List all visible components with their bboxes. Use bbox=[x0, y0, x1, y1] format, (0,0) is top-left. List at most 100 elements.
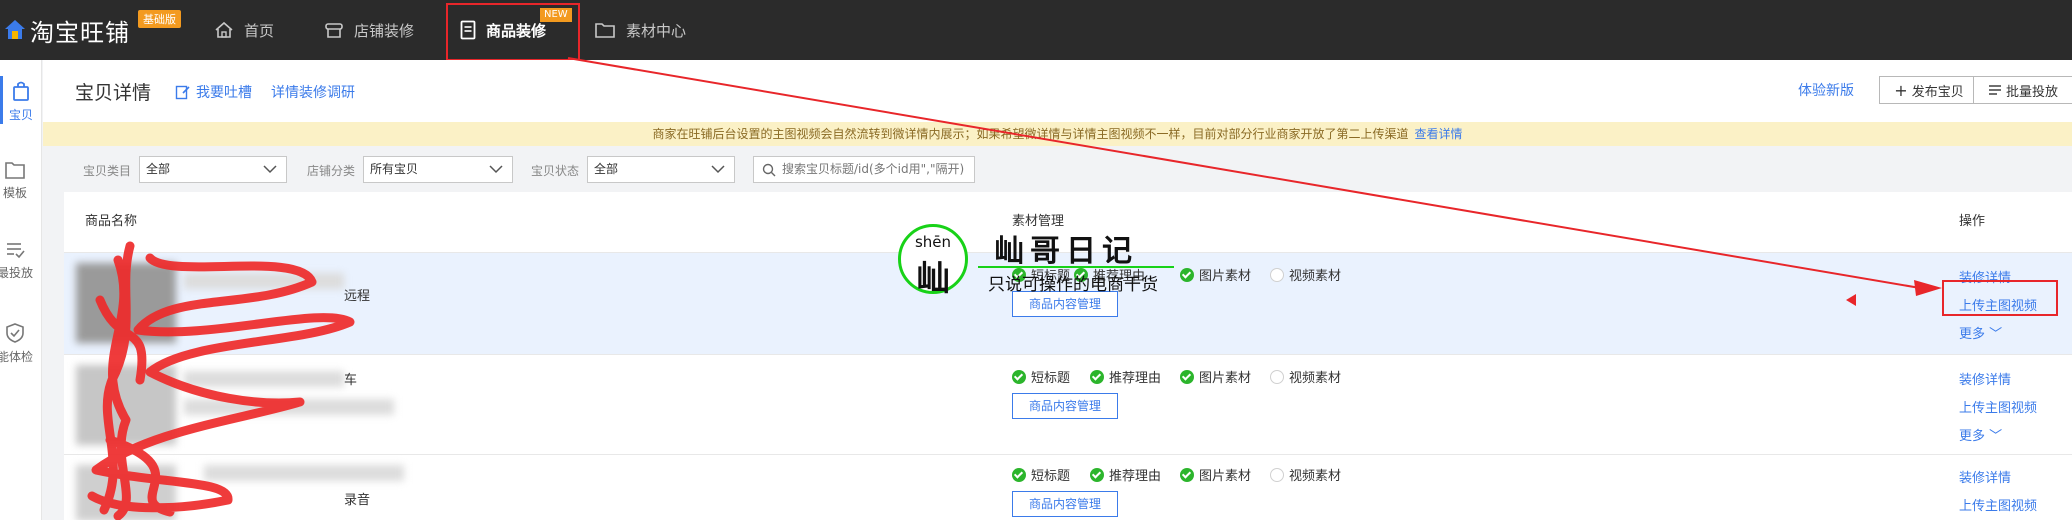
sidebar-item-health-check-label: 能体检 bbox=[0, 350, 33, 364]
tag-videos: 视频素材 bbox=[1270, 465, 1341, 484]
category-select-value: 全部 bbox=[146, 162, 171, 176]
left-sidebar: 宝贝 模板 最投放 能体检 bbox=[0, 60, 42, 520]
nav-material-center[interactable]: 素材中心 bbox=[594, 0, 686, 60]
filter-bar: 宝贝类目 全部 店铺分类 所有宝贝 宝贝状态 全部 搜索宝贝标题/id(多个id… bbox=[43, 146, 2072, 192]
tag-short-title: 短标题 bbox=[1012, 465, 1070, 484]
check-icon bbox=[1090, 369, 1104, 384]
sidebar-item-delivery[interactable]: 最投放 bbox=[0, 240, 36, 281]
empty-circle-icon bbox=[1270, 369, 1284, 384]
page-header: 宝贝详情 我要吐槽 详情装修调研 体验新版 + 发布宝贝 批量投放 bbox=[43, 60, 2072, 122]
more-link[interactable]: 更多 ﹀ bbox=[1959, 323, 2002, 342]
tag-reason: 推荐理由 bbox=[1090, 465, 1161, 484]
plus-icon: + bbox=[1894, 80, 1908, 100]
column-header-name: 商品名称 bbox=[85, 214, 138, 229]
app-root: 淘宝旺铺 基础版 首页 店铺装修 商品装修 NEW 素材中心 宝贝 模板 最投放… bbox=[0, 0, 2072, 520]
tag-reason: 推荐理由 bbox=[1090, 367, 1161, 386]
product-name-tail: 车 bbox=[344, 373, 358, 388]
publish-product-label: 发布宝贝 bbox=[1911, 84, 1964, 100]
tag-videos: 视频素材 bbox=[1270, 265, 1341, 284]
empty-circle-icon bbox=[1270, 267, 1284, 282]
edition-badge: 基础版 bbox=[138, 10, 181, 28]
check-icon bbox=[1180, 267, 1194, 282]
tag-short-title: 短标题 bbox=[1012, 367, 1070, 386]
logo-house-icon bbox=[5, 20, 25, 39]
check-icon bbox=[1090, 467, 1104, 482]
folder-icon bbox=[5, 162, 25, 179]
product-thumbnail bbox=[76, 263, 176, 343]
chevron-down-icon bbox=[263, 165, 277, 174]
notice-bar: 商家在旺铺后台设置的主图视频会自然流转到微详情内展示；如果希望微详情与详情主图视… bbox=[43, 122, 2072, 146]
feedback-link[interactable]: 我要吐槽 bbox=[175, 82, 252, 102]
chevron-down-icon: ﹀ bbox=[1989, 429, 2003, 444]
edit-detail-link[interactable]: 装修详情 bbox=[1959, 467, 2011, 486]
sidebar-item-health-check[interactable]: 能体检 bbox=[0, 322, 36, 365]
logo[interactable]: 淘宝旺铺 bbox=[4, 14, 130, 47]
edit-detail-link[interactable]: 装修详情 bbox=[1959, 369, 2011, 388]
watermark-char: 屾 bbox=[916, 259, 950, 299]
status-filter-label: 宝贝状态 bbox=[531, 164, 580, 178]
shield-check-icon bbox=[6, 323, 24, 343]
feedback-link-label: 我要吐槽 bbox=[196, 85, 252, 101]
search-input[interactable]: 搜索宝贝标题/id(多个id用","隔开) bbox=[753, 156, 975, 183]
category-select[interactable]: 全部 bbox=[139, 156, 287, 183]
page-title: 宝贝详情 bbox=[75, 82, 152, 104]
table-row: 车 短标题 推荐理由 图片素材 视频素材 商品内容管理 装修详情 上传主图视频 … bbox=[64, 354, 2072, 454]
publish-product-button[interactable]: + 发布宝贝 bbox=[1879, 76, 1979, 104]
empty-circle-icon bbox=[1270, 467, 1284, 482]
try-new-version-link[interactable]: 体验新版 bbox=[1798, 80, 1854, 100]
annotation-highlight-upload bbox=[1942, 280, 2058, 316]
shop-category-select-value: 所有宝贝 bbox=[370, 162, 419, 176]
nav-shop-decoration[interactable]: 店铺装修 bbox=[324, 0, 414, 60]
notice-details-link[interactable]: 查看详情 bbox=[1415, 127, 1463, 141]
home-icon bbox=[215, 21, 233, 38]
shop-category-select[interactable]: 所有宝贝 bbox=[363, 156, 513, 183]
product-thumbnail bbox=[76, 365, 176, 445]
storefront-icon bbox=[325, 23, 343, 38]
survey-link[interactable]: 详情装修调研 bbox=[271, 82, 355, 102]
watermark-underline bbox=[978, 266, 1174, 268]
content-manage-button[interactable]: 商品内容管理 bbox=[1012, 393, 1118, 419]
tag-images: 图片素材 bbox=[1180, 265, 1251, 284]
redacted-title bbox=[184, 399, 394, 415]
tag-videos: 视频素材 bbox=[1270, 367, 1341, 386]
sidebar-item-delivery-label: 最投放 bbox=[0, 266, 33, 280]
watermark-subtitle: 只说可操作的电商干货 bbox=[988, 275, 1158, 295]
try-new-version-label: 体验新版 bbox=[1798, 83, 1854, 99]
status-select-value: 全部 bbox=[594, 162, 619, 176]
search-icon bbox=[762, 163, 776, 177]
batch-delivery-label: 批量投放 bbox=[2005, 84, 2058, 100]
nav-material-center-label: 素材中心 bbox=[626, 21, 687, 40]
chevron-down-icon: ﹀ bbox=[1989, 327, 2003, 342]
more-link[interactable]: 更多 ﹀ bbox=[1959, 425, 2002, 444]
content-manage-button[interactable]: 商品内容管理 bbox=[1012, 491, 1118, 517]
logo-text: 淘宝旺铺 bbox=[30, 18, 130, 47]
redacted-title bbox=[184, 371, 344, 387]
product-name-tail: 录音 bbox=[344, 493, 371, 508]
nav-home[interactable]: 首页 bbox=[214, 0, 274, 60]
survey-link-label: 详情装修调研 bbox=[271, 85, 355, 101]
chevron-down-icon bbox=[489, 165, 503, 174]
nav-home-label: 首页 bbox=[244, 21, 275, 40]
shopping-bag-icon bbox=[13, 81, 29, 101]
sidebar-item-products-label: 宝贝 bbox=[8, 108, 33, 122]
shop-category-filter-label: 店铺分类 bbox=[307, 164, 356, 178]
watermark-pinyin: shēn bbox=[914, 233, 952, 251]
watermark-logo: shēn 屾 bbox=[898, 224, 968, 299]
annotation-highlight-nav bbox=[446, 3, 580, 61]
watermark-title: 屾哥日记 bbox=[994, 234, 1138, 269]
product-name-tail: 远程 bbox=[344, 289, 371, 304]
check-icon bbox=[1180, 467, 1194, 482]
sidebar-item-templates[interactable]: 模板 bbox=[0, 160, 36, 201]
tag-images: 图片素材 bbox=[1180, 367, 1251, 386]
tag-images: 图片素材 bbox=[1180, 465, 1251, 484]
category-filter-label: 宝贝类目 bbox=[83, 164, 132, 178]
sidebar-item-templates-label: 模板 bbox=[2, 186, 27, 200]
status-select[interactable]: 全部 bbox=[587, 156, 735, 183]
list-check-icon bbox=[7, 243, 25, 259]
column-header-ops: 操作 bbox=[1959, 214, 1986, 229]
edit-icon bbox=[175, 85, 190, 100]
upload-main-video-link[interactable]: 上传主图视频 bbox=[1959, 495, 2037, 514]
sidebar-item-products[interactable]: 宝贝 bbox=[0, 80, 42, 123]
batch-delivery-button[interactable]: 批量投放 bbox=[1973, 76, 2072, 104]
upload-main-video-link[interactable]: 上传主图视频 bbox=[1959, 397, 2037, 416]
